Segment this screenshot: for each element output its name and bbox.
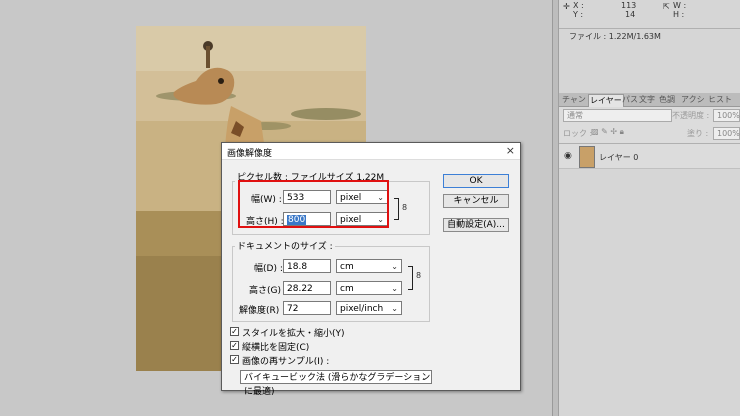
layers-panel-tabs: チャン レイヤー パス 文字 色調 アクシ ヒスト bbox=[559, 93, 740, 107]
doc-width-field[interactable]: 18.8 bbox=[283, 259, 331, 273]
chevron-down-icon: ⌄ bbox=[391, 304, 398, 313]
scale-styles-label: スタイルを拡大・縮小(Y) bbox=[242, 329, 345, 339]
tab-character[interactable]: 文字 bbox=[638, 94, 656, 106]
fill-field[interactable]: 100% bbox=[713, 127, 740, 140]
doc-width-unit-select[interactable]: cm ⌄ bbox=[336, 259, 402, 273]
constrain-bracket-doc bbox=[408, 266, 413, 290]
w-label: W : bbox=[673, 1, 687, 10]
blend-mode-select[interactable]: 通常 bbox=[563, 109, 672, 122]
blend-mode-value: 通常 bbox=[567, 111, 583, 120]
x-label: X : bbox=[573, 1, 584, 10]
info-panel: ✛ X : Y : 113 14 ⇱ W : H : bbox=[559, 0, 740, 29]
doc-height-value: 28.22 bbox=[287, 284, 313, 294]
layer-row[interactable]: ◉ レイヤー 0 bbox=[559, 144, 740, 169]
constrain-proportions-checkbox[interactable]: ✓ bbox=[230, 341, 239, 350]
fill-value: 100% bbox=[717, 129, 740, 138]
tab-paths[interactable]: パス bbox=[621, 94, 639, 106]
tab-history[interactable]: ヒスト bbox=[707, 94, 733, 106]
fill-label: 塗り : bbox=[687, 129, 709, 138]
crosshair-icon: ✛ bbox=[563, 2, 570, 11]
x-value: 113 bbox=[621, 1, 637, 10]
tab-actions[interactable]: アクシ bbox=[680, 94, 706, 106]
layer-controls: 通常 不透明度 : 100% ロック : ▨ ✎ ✢ 🔒︎ 塗り : 100% bbox=[559, 107, 740, 144]
doc-height-label: 高さ(G) : bbox=[249, 286, 287, 296]
doc-width-label: 幅(D) : bbox=[254, 264, 283, 274]
chevron-down-icon: ⌄ bbox=[391, 262, 398, 271]
eye-icon[interactable]: ◉ bbox=[564, 151, 572, 161]
doc-height-field[interactable]: 28.22 bbox=[283, 281, 331, 295]
y-label: Y : bbox=[573, 10, 584, 19]
pixel-fields-highlight bbox=[238, 180, 389, 228]
chevron-down-icon: ⌄ bbox=[391, 284, 398, 293]
cancel-button[interactable]: キャンセル bbox=[443, 194, 509, 208]
opacity-value: 100% bbox=[717, 111, 740, 120]
chain-link-icon: 8 bbox=[416, 271, 422, 280]
dialog-titlebar[interactable]: 画像解像度 × bbox=[222, 143, 520, 160]
lock-icons[interactable]: ▨ ✎ ✢ 🔒︎ bbox=[591, 127, 624, 137]
close-icon[interactable]: × bbox=[506, 144, 515, 157]
scale-styles-checkbox[interactable]: ✓ bbox=[230, 327, 239, 336]
doc-width-unit-value: cm bbox=[340, 262, 354, 272]
doc-width-value: 18.8 bbox=[287, 262, 308, 272]
doc-height-unit-value: cm bbox=[340, 284, 354, 294]
layer-thumbnail bbox=[579, 146, 595, 168]
resolution-field[interactable]: 72 bbox=[283, 301, 331, 315]
constrain-bracket bbox=[394, 198, 399, 220]
document-size-label: ドキュメントのサイズ : bbox=[235, 239, 335, 252]
resample-method-select[interactable]: バイキュービック法 (滑らかなグラデーションに最適) ⌄ bbox=[240, 370, 432, 397]
chain-link-icon: 8 bbox=[402, 203, 408, 212]
resolution-label: 解像度(R) : bbox=[239, 306, 286, 316]
resolution-value: 72 bbox=[287, 304, 299, 314]
doc-height-unit-select[interactable]: cm ⌄ bbox=[336, 281, 402, 295]
opacity-field[interactable]: 100% bbox=[713, 109, 740, 122]
dialog-title: 画像解像度 bbox=[227, 149, 273, 159]
y-value: 14 bbox=[625, 10, 636, 19]
chevron-down-icon: ⌄ bbox=[421, 373, 428, 382]
opacity-label: 不透明度 : bbox=[672, 111, 710, 120]
tab-layers[interactable]: レイヤー bbox=[588, 94, 624, 107]
resolution-unit-select[interactable]: pixel/inch ⌄ bbox=[336, 301, 402, 315]
ok-button[interactable]: OK bbox=[443, 174, 509, 188]
h-label: H : bbox=[673, 10, 685, 19]
file-size-readout: ファイル : 1.22M/1.63M bbox=[569, 32, 661, 41]
resolution-unit-value: pixel/inch bbox=[340, 304, 384, 314]
tab-adjustments[interactable]: 色調 bbox=[658, 94, 676, 106]
auto-button[interactable]: 自動設定(A)... bbox=[443, 218, 509, 232]
constrain-proportions-label: 縦横比を固定(C) bbox=[242, 343, 310, 353]
layer-name: レイヤー 0 bbox=[599, 153, 639, 162]
tab-channels[interactable]: チャン bbox=[561, 94, 587, 106]
resample-checkbox[interactable]: ✓ bbox=[230, 355, 239, 364]
resample-label: 画像の再サンプル(I) : bbox=[242, 357, 330, 367]
lock-label: ロック : bbox=[563, 129, 593, 138]
right-panel: ✛ X : Y : 113 14 ⇱ W : H : ファイル : 1.22M/… bbox=[558, 0, 740, 416]
size-icon: ⇱ bbox=[663, 2, 670, 11]
